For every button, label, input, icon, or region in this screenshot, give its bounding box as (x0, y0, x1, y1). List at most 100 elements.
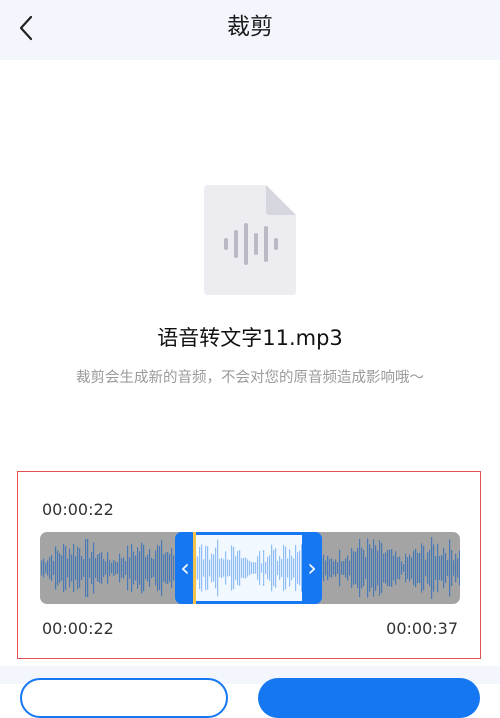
wave-bar (361, 547, 363, 589)
wave-bar (63, 544, 65, 592)
playhead[interactable] (193, 532, 196, 604)
wave-bar (53, 561, 55, 575)
wave-bar (75, 556, 77, 580)
page-title: 裁剪 (227, 14, 273, 40)
wave-bar (219, 558, 221, 578)
wave-bar (241, 558, 243, 578)
wave-bar (275, 548, 277, 588)
wave-bar (423, 545, 425, 591)
trim-end-handle[interactable]: › (302, 532, 322, 604)
wave-bar (95, 558, 97, 578)
selected-waveform (179, 539, 319, 597)
wave-bar (231, 545, 233, 591)
wave-bar (121, 558, 123, 578)
wave-bar (161, 540, 163, 596)
wave-bar (59, 553, 61, 583)
wave-bar (269, 555, 271, 581)
wave-bar (453, 560, 455, 576)
wave-bar (287, 558, 289, 578)
wave-bar (47, 560, 49, 576)
wave-bar (117, 562, 119, 574)
wave-bar (211, 553, 213, 583)
wave-bar (245, 557, 247, 579)
wave-bar (227, 559, 229, 577)
wave-bar (79, 548, 81, 588)
wave-bar (247, 559, 249, 577)
wave-bar (425, 559, 427, 577)
wave-bar (351, 548, 353, 588)
wave-bar (357, 547, 359, 589)
wave-bar (99, 553, 101, 583)
wave-bar (353, 551, 355, 585)
wave-bar (271, 544, 273, 592)
wave-bar (225, 551, 227, 585)
wave-bar (449, 539, 451, 597)
wave-bar (233, 546, 235, 590)
wave-bar (103, 559, 105, 577)
wave-bar (405, 553, 407, 583)
wave-bar (413, 550, 415, 586)
wave-bar (203, 559, 205, 577)
wave-bar (389, 549, 391, 587)
secondary-button[interactable] (20, 678, 228, 718)
wave-bar (391, 549, 393, 587)
wave-bar (243, 557, 245, 579)
wave-bar (273, 549, 275, 587)
wave-bar (115, 561, 117, 575)
trim-start-handle[interactable]: ‹ (175, 532, 195, 604)
wave-bar (331, 558, 333, 578)
wave-bar (267, 556, 269, 580)
audio-file-icon (204, 185, 296, 295)
wave-bar (417, 552, 419, 584)
wave-bar (355, 552, 357, 584)
primary-button[interactable] (258, 678, 480, 718)
wave-bar (41, 560, 43, 576)
chevron-left-icon: ‹ (180, 554, 190, 582)
wave-bar (345, 558, 347, 578)
wave-bar (281, 558, 283, 578)
wave-bar (291, 555, 293, 581)
wave-bar (165, 552, 167, 584)
wave-bar (411, 557, 413, 579)
wave-bar (229, 560, 231, 576)
wave-bar (409, 554, 411, 582)
wave-bar (399, 556, 401, 580)
trim-selection[interactable] (175, 532, 322, 604)
wave-bar (145, 556, 147, 580)
wave-bar (111, 562, 113, 574)
wave-bar (123, 557, 125, 579)
wave-bar (147, 554, 149, 582)
wave-bar (261, 563, 263, 573)
wave-bar (133, 551, 135, 585)
wave-bar (109, 559, 111, 577)
wave-bar (215, 547, 217, 589)
wave-bar (171, 548, 173, 588)
wave-bar (101, 552, 103, 584)
wave-bar (349, 560, 351, 576)
wave-bar (127, 545, 129, 591)
wave-bar (83, 559, 85, 577)
wave-bar (377, 550, 379, 586)
wave-bar (387, 549, 389, 587)
wave-bar (105, 561, 107, 575)
wave-bar (447, 559, 449, 577)
wave-bar (89, 558, 91, 578)
wave-bar (343, 561, 345, 575)
wave-bar (71, 554, 73, 582)
wave-bar (155, 550, 157, 586)
wave-bar (459, 550, 460, 586)
wave-bar (97, 554, 99, 582)
wave-bar (169, 553, 171, 583)
wave-bar (299, 550, 301, 586)
wave-bar (137, 547, 139, 589)
header-bar: 裁剪 (0, 0, 500, 60)
wave-bar (125, 561, 127, 575)
wave-bar (209, 559, 211, 577)
wave-bar (87, 538, 89, 598)
wave-bar (383, 553, 385, 583)
wave-bar (91, 551, 93, 585)
wave-bar (283, 544, 285, 592)
wave-bar (69, 548, 71, 588)
wave-bar (415, 548, 417, 588)
wave-bar (363, 549, 365, 587)
